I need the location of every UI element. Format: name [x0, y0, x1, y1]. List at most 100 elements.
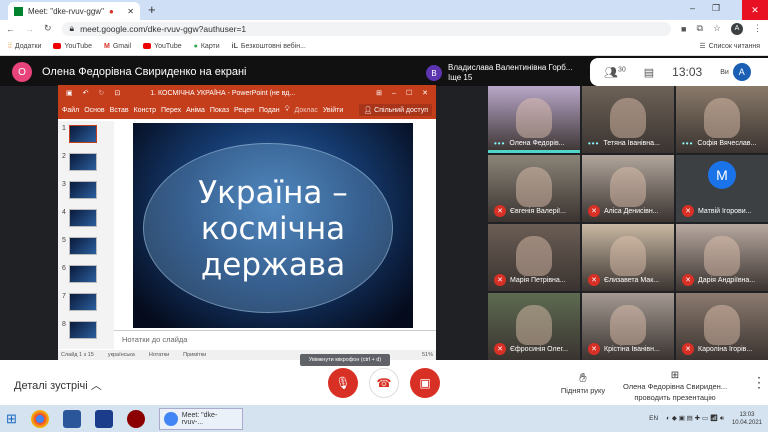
undo-icon[interactable]: ↶: [83, 89, 89, 97]
reading-list[interactable]: ☰ Список читання: [699, 42, 760, 51]
slide-thumbnail[interactable]: 3: [62, 181, 110, 203]
more-options-icon[interactable]: ⋮: [752, 374, 766, 391]
menu-icon[interactable]: ⋮: [753, 23, 762, 34]
translate-icon[interactable]: ⧉: [696, 23, 702, 34]
language-indicator[interactable]: EN: [649, 415, 658, 422]
participant-name: Софія Вячеслав...: [697, 140, 757, 147]
ribbon-tab[interactable]: Рецен: [234, 107, 254, 114]
forward-icon[interactable]: →: [25, 24, 34, 34]
participant-name: Кароліна Ігорів...: [698, 345, 753, 353]
slide-thumbnail[interactable]: 8: [62, 321, 110, 343]
ribbon-tab[interactable]: Аніма: [186, 107, 205, 114]
minimize-button[interactable]: –: [690, 3, 695, 13]
bookmarks-bar: ⁞⁞ Додатки YouTube M Gmail YouTube ● Карти …: [0, 37, 768, 56]
my-avatar[interactable]: A: [732, 63, 751, 81]
reload-icon[interactable]: ↻: [44, 23, 52, 34]
slide-thumbnail[interactable]: 5: [62, 237, 110, 259]
thumb-image: [68, 153, 97, 171]
raise-hand-button[interactable]: ✋︎ Підняти руку: [548, 370, 618, 395]
tell-me-icon: 💡︎: [284, 106, 290, 113]
recording-icon: ●: [108, 6, 114, 16]
ppt-minimize[interactable]: –: [392, 90, 396, 97]
maximize-button[interactable]: ❐: [712, 3, 720, 14]
ribbon-tab[interactable]: Показ: [210, 107, 229, 114]
reading-list-icon: ☰: [699, 43, 706, 50]
bookmark-maps[interactable]: ● Карти: [194, 43, 220, 50]
browser-tab[interactable]: Meet: "dke-rvuv-ggw" ● ✕: [8, 2, 140, 20]
ribbon-tab[interactable]: Основ: [84, 107, 104, 114]
share-button[interactable]: 👤︎ Спільний доступ: [359, 104, 432, 116]
camera-icon[interactable]: ■: [681, 24, 686, 34]
url-input[interactable]: 🔒︎ meet.google.com/dke-rvuv-ggw?authuser=…: [61, 21, 672, 36]
ribbon-tab[interactable]: Подан: [259, 107, 280, 114]
chrome-icon[interactable]: [30, 409, 49, 428]
app-red-icon[interactable]: [126, 409, 145, 428]
slide-thumbnail[interactable]: 2: [62, 153, 110, 175]
participant-tile[interactable]: ✕ Євгенія Валерії...: [488, 155, 580, 222]
back-icon[interactable]: ←: [6, 24, 15, 34]
slide-thumbnail[interactable]: 6: [62, 265, 110, 287]
participant-tile[interactable]: M ✕ Матвій Ігорови...: [676, 155, 768, 222]
mic-toggle-button[interactable]: 🎙︎: [328, 368, 358, 398]
slide-thumbnail[interactable]: 1: [62, 125, 110, 147]
language[interactable]: українська: [108, 352, 135, 358]
leave-call-button[interactable]: ☎︎: [369, 368, 399, 398]
bookmark-gmail[interactable]: M Gmail: [104, 43, 131, 50]
bookmark-youtube-2[interactable]: YouTube: [143, 43, 182, 50]
ribbon-display-icon[interactable]: ⊞: [376, 89, 382, 97]
ppt-maximize[interactable]: ☐: [406, 89, 412, 97]
word-icon[interactable]: [62, 409, 81, 428]
taskbar-meet-window[interactable]: Meet: "dke-rvuv-...: [158, 407, 243, 430]
bookmark-youtube[interactable]: YouTube: [53, 43, 92, 50]
meeting-details-button[interactable]: Деталі зустрічі ︿: [14, 377, 102, 393]
slide-thumbnail[interactable]: 4: [62, 209, 110, 231]
participant-tile[interactable]: ✕ Крістіна Іванівн...: [582, 293, 674, 360]
participant-tile[interactable]: ••• Олена Федорів...: [488, 86, 580, 153]
ribbon-tab[interactable]: Констр: [134, 107, 156, 114]
notes-toggle[interactable]: Нотатки: [149, 352, 169, 358]
chat-icon[interactable]: ▤: [644, 66, 654, 79]
participant-tile[interactable]: ••• Софія Вячеслав...: [676, 86, 768, 153]
ppt-close[interactable]: ✕: [422, 89, 428, 97]
sign-in-link[interactable]: Увійти: [323, 107, 343, 114]
participants-button[interactable]: 👥︎30: [604, 66, 626, 79]
participant-avatar: M: [708, 161, 736, 190]
close-window-button[interactable]: ✕: [742, 0, 768, 20]
thumb-number: 4: [62, 209, 66, 216]
new-tab-button[interactable]: +: [148, 2, 156, 17]
profile-avatar[interactable]: A: [731, 22, 743, 35]
participant-tile[interactable]: ✕ Дарія Андріївна...: [676, 224, 768, 291]
ribbon-tab[interactable]: Файл: [62, 107, 79, 114]
redo-icon[interactable]: ↻: [99, 89, 105, 97]
tray-icons[interactable]: ◐ ◆ ▣ ▤ ✚ ▭ 📶︎ 🔊︎: [666, 414, 724, 423]
bookmark-apps[interactable]: ⁞⁞ Додатки: [8, 43, 41, 50]
bookmark-label: YouTube: [154, 42, 182, 50]
participant-tile[interactable]: ✕ Єфросинія Олег...: [488, 293, 580, 360]
thumb-number: 2: [62, 153, 66, 160]
participant-tile[interactable]: ✕ Марія Петрівна...: [488, 224, 580, 291]
participant-tile[interactable]: ✕ Кароліна Ігорів...: [676, 293, 768, 360]
participant-video: [515, 98, 553, 139]
bookmark-webinars[interactable]: iL Безкоштовні вебін...: [232, 43, 306, 50]
participant-tile[interactable]: ••• Тетяна Іванівна...: [582, 86, 674, 153]
close-tab-icon[interactable]: ✕: [127, 7, 134, 16]
participant-tile[interactable]: ✕ Єлизавета Мак...: [582, 224, 674, 291]
ribbon-tab[interactable]: Перех: [161, 107, 181, 114]
slide-thumbnails: 1 2 3 4 5 6 7 8: [58, 121, 114, 349]
slide-notes[interactable]: Нотатки до слайда: [114, 330, 436, 348]
camera-toggle-button[interactable]: ▣: [410, 368, 440, 398]
ribbon-tab[interactable]: Встав: [110, 107, 129, 114]
comments-toggle[interactable]: Примітки: [183, 352, 206, 358]
active-speaker[interactable]: B Владислава Валентинівна Горб... Іще 15: [424, 60, 614, 86]
presenting-button[interactable]: ⊞ Олена Федорівна Свириден... проводить пр…: [620, 370, 730, 403]
save-icon[interactable]: ▣: [66, 89, 73, 97]
taskbar-clock[interactable]: 13:03 10.04.2021: [732, 411, 762, 427]
tell-me-input[interactable]: Доклас: [295, 107, 318, 114]
start-icon[interactable]: ⊞: [6, 411, 17, 427]
zoom-level[interactable]: 51%: [422, 352, 433, 358]
present-icon[interactable]: ⊡: [114, 89, 120, 97]
save-floppy-icon[interactable]: [94, 409, 113, 428]
star-icon[interactable]: ☆: [713, 23, 721, 34]
participant-tile[interactable]: ✕ Аліса Денисівн...: [582, 155, 674, 222]
slide-thumbnail[interactable]: 7: [62, 293, 110, 315]
